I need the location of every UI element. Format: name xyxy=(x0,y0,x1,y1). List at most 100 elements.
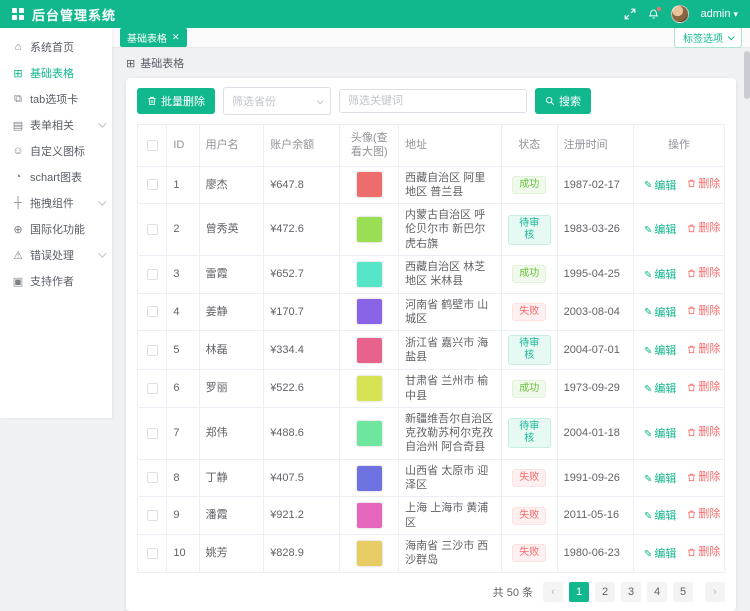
sidebar-item-label: schart图表 xyxy=(30,169,82,185)
edit-button[interactable]: ✎ 编辑 xyxy=(644,306,676,320)
search-button[interactable]: 搜索 xyxy=(535,88,591,114)
avatar-thumbnail[interactable] xyxy=(357,299,382,324)
scrollbar-thumb[interactable] xyxy=(744,51,750,99)
delete-button[interactable]: 删除 xyxy=(687,177,720,191)
delete-icon xyxy=(687,224,696,233)
row-checkbox[interactable] xyxy=(147,510,158,521)
sidebar-item-国际化功能[interactable]: ⊕ 国际化功能 xyxy=(0,216,112,242)
header-operations: 操作 xyxy=(633,125,724,167)
user-dropdown[interactable]: admin ▾ xyxy=(701,8,739,20)
edit-button[interactable]: ✎ 编辑 xyxy=(644,427,676,441)
avatar-thumbnail[interactable] xyxy=(357,376,382,401)
edit-button[interactable]: ✎ 编辑 xyxy=(644,472,676,486)
row-checkbox[interactable] xyxy=(147,428,158,439)
page-button-2[interactable]: 2 xyxy=(595,582,615,602)
notification-dot xyxy=(657,7,661,11)
row-checkbox[interactable] xyxy=(147,224,158,235)
avatar-thumbnail[interactable] xyxy=(357,541,382,566)
keyword-filter-input[interactable] xyxy=(339,89,527,113)
row-checkbox[interactable] xyxy=(147,548,158,559)
edit-icon: ✎ xyxy=(644,383,652,396)
sidebar-item-表单相关[interactable]: ▤ 表单相关 xyxy=(0,112,112,138)
cell-register-date: 1983-03-26 xyxy=(557,204,633,256)
cell-address: 海南省 三沙市 西沙群岛 xyxy=(399,534,502,572)
edit-icon: ✎ xyxy=(644,510,652,523)
avatar-thumbnail[interactable] xyxy=(357,503,382,528)
cell-username: 姜静 xyxy=(199,293,264,331)
delete-button[interactable]: 删除 xyxy=(687,507,720,521)
sidebar-item-自定义图标[interactable]: ☺ 自定义图标 xyxy=(0,138,112,164)
form-icon: ▤ xyxy=(12,119,24,132)
avatar-thumbnail[interactable] xyxy=(357,421,382,446)
delete-button[interactable]: 删除 xyxy=(687,304,720,318)
trash-icon xyxy=(147,96,157,106)
prev-page-button[interactable]: ‹ xyxy=(543,582,563,602)
row-checkbox[interactable] xyxy=(147,383,158,394)
cell-address: 上海 上海市 黄浦区 xyxy=(399,497,502,535)
page-title: 基础表格 xyxy=(140,55,184,71)
edit-button[interactable]: ✎ 编辑 xyxy=(644,509,676,523)
tabs-bar: 基础表格 ✕ 标签选项 xyxy=(112,28,750,48)
tab-close-icon[interactable]: ✕ xyxy=(172,32,180,43)
select-all-checkbox[interactable] xyxy=(147,140,158,151)
user-avatar[interactable] xyxy=(671,5,689,23)
sidebar-item-tab选项卡[interactable]: ⧉ tab选项卡 xyxy=(0,86,112,112)
delete-button[interactable]: 删除 xyxy=(687,266,720,280)
delete-button[interactable]: 删除 xyxy=(687,342,720,356)
page-button-5[interactable]: 5 xyxy=(673,582,693,602)
avatar-thumbnail[interactable] xyxy=(357,262,382,287)
edit-button[interactable]: ✎ 编辑 xyxy=(644,344,676,358)
row-checkbox[interactable] xyxy=(147,472,158,483)
delete-button[interactable]: 删除 xyxy=(687,425,720,439)
sidebar-item-拖拽组件[interactable]: ┼ 拖拽组件 xyxy=(0,190,112,216)
notification-bell-icon[interactable] xyxy=(648,9,659,20)
sidebar-item-基础表格[interactable]: ⊞ 基础表格 xyxy=(0,60,112,86)
sidebar-item-label: 国际化功能 xyxy=(30,221,85,237)
delete-button[interactable]: 删除 xyxy=(687,470,720,484)
edit-button[interactable]: ✎ 编辑 xyxy=(644,179,676,193)
delete-button[interactable]: 删除 xyxy=(687,380,720,394)
delete-button[interactable]: 删除 xyxy=(687,221,720,235)
sidebar-item-schart图表[interactable]: ◔ schart图表 xyxy=(0,164,112,190)
edit-button[interactable]: ✎ 编辑 xyxy=(644,382,676,396)
chevron-down-icon xyxy=(98,249,106,257)
row-checkbox[interactable] xyxy=(147,179,158,190)
cell-balance: ¥652.7 xyxy=(264,256,340,294)
table-icon: ⊞ xyxy=(12,67,24,80)
top-header: 后台管理系统 admin ▾ xyxy=(0,0,750,28)
edit-button[interactable]: ✎ 编辑 xyxy=(644,268,676,282)
delete-icon xyxy=(687,383,696,392)
avatar-thumbnail[interactable] xyxy=(357,338,382,363)
cell-username: 姚芳 xyxy=(199,534,264,572)
row-checkbox[interactable] xyxy=(147,269,158,280)
fullscreen-icon[interactable] xyxy=(624,8,636,20)
cell-register-date: 1980-06-23 xyxy=(557,534,633,572)
scrollbar[interactable] xyxy=(744,49,750,418)
cell-id: 4 xyxy=(167,293,199,331)
sidebar-item-label: 错误处理 xyxy=(30,247,74,263)
page-button-4[interactable]: 4 xyxy=(647,582,667,602)
cell-balance: ¥488.6 xyxy=(264,407,340,459)
cell-id: 2 xyxy=(167,204,199,256)
tags-options-button[interactable]: 标签选项 xyxy=(674,27,742,48)
avatar-thumbnail[interactable] xyxy=(357,172,382,197)
tab-basic-table[interactable]: 基础表格 ✕ xyxy=(120,28,187,47)
edit-button[interactable]: ✎ 编辑 xyxy=(644,223,676,237)
row-checkbox[interactable] xyxy=(147,345,158,356)
edit-button[interactable]: ✎ 编辑 xyxy=(644,547,676,561)
avatar-thumbnail[interactable] xyxy=(357,217,382,242)
avatar-thumbnail[interactable] xyxy=(357,466,382,491)
page-button-3[interactable]: 3 xyxy=(621,582,641,602)
table-header-row: ID 用户名 账户余额 头像(查看大图) 地址 状态 注册时间 操作 xyxy=(138,125,725,167)
status-badge: 成功 xyxy=(512,176,546,194)
sidebar-item-支持作者[interactable]: ▣ 支持作者 xyxy=(0,268,112,294)
province-filter-select[interactable]: 筛选省份 xyxy=(223,87,331,115)
delete-button[interactable]: 删除 xyxy=(687,545,720,559)
cell-balance: ¥522.6 xyxy=(264,370,340,408)
sidebar-item-错误处理[interactable]: ⚠ 错误处理 xyxy=(0,242,112,268)
page-button-1[interactable]: 1 xyxy=(569,582,589,602)
sidebar-item-系统首页[interactable]: ⌂ 系统首页 xyxy=(0,34,112,60)
batch-delete-button[interactable]: 批量删除 xyxy=(137,88,215,114)
next-page-button[interactable]: › xyxy=(705,582,725,602)
row-checkbox[interactable] xyxy=(147,306,158,317)
